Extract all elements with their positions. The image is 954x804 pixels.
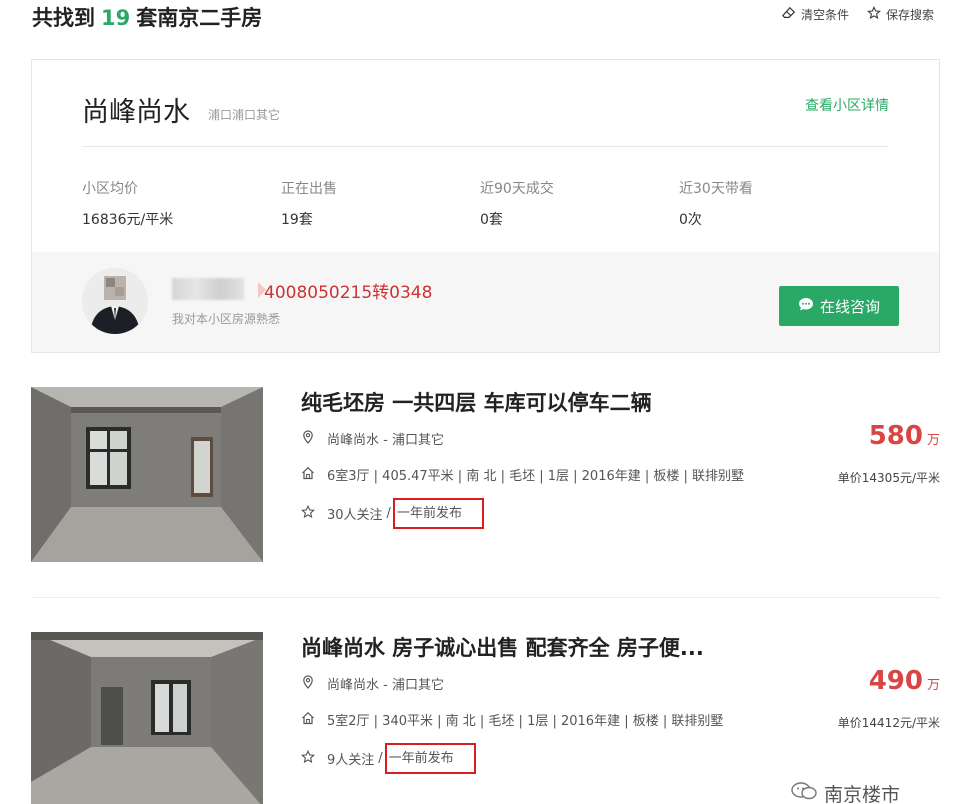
star-icon [867,6,881,23]
listing-title[interactable]: 纯毛坯房 一共四层 车库可以停车二辆 [301,387,652,417]
stat-label: 近90天成交 [480,181,554,197]
listing-follow: 30人关注 / 一年前发布 [301,498,484,529]
stat-value: 16836元/平米 [82,212,174,228]
price-amount: 580 [868,421,923,451]
star-icon [301,749,327,768]
results-title-suffix: 套南京二手房 [136,6,263,30]
listing-info: 5室2厅 | 340平米 | 南 北 | 毛坯 | 1层 | 2016年建 | … [301,710,723,729]
stat-label: 小区均价 [82,181,138,197]
community-stats: 小区均价 16836元/平米 正在出售 19套 近90天成交 0套 近30天带看… [82,178,878,229]
listing-published-highlight: 一年前发布 [384,743,476,774]
listing-price: 490 万 [869,666,940,696]
listing-divider [31,597,940,598]
chat-bubble-icon [798,296,814,316]
listing-info-text: 6室3厅 | 405.47平米 | 南 北 | 毛坯 | 1层 | 2016年建… [327,469,745,484]
listing-price: 580 万 [869,421,940,451]
stat-viewings-30d: 近30天带看 0次 [679,178,878,229]
listing-card: 纯毛坯房 一共四层 车库可以停车二辆 尚峰尚水 - 浦口其它 6室3厅 | 40… [31,387,940,562]
listing-photo[interactable] [31,387,263,562]
stat-value: 19套 [281,212,313,228]
watermark: 南京楼市 [790,780,900,804]
listing-published-highlight: 一年前发布 [392,498,484,529]
listing-followers: 30人关注 [327,508,383,523]
location-pin-icon [301,674,327,693]
wechat-icon [790,781,818,804]
listing-title[interactable]: 尚峰尚水 房子诚心出售 配套齐全 房子便... [301,632,704,662]
community-detail-link[interactable]: 查看小区详情 [805,95,889,115]
listing-location-text[interactable]: 尚峰尚水 - 浦口其它 [327,429,444,448]
stat-value: 0套 [480,212,503,228]
listing-unit-price: 单价14412元/平米 [837,716,940,730]
clear-filters-label: 清空条件 [800,8,849,22]
house-icon [301,466,327,484]
listing-published: 一年前发布 [388,751,454,766]
online-consult-label: 在线咨询 [819,297,880,316]
star-icon [301,504,327,523]
stat-avg-price: 小区均价 16836元/平米 [82,178,281,229]
save-search-label: 保存搜索 [885,8,934,22]
results-header: 共找到 19 套南京二手房 清空条件 保存搜索 [32,2,944,32]
agent-bar: 4008050215转0348 我对本小区房源熟悉 在线咨询 [32,252,939,352]
community-name: 尚峰尚水 [82,97,190,128]
agent-name-redacted [172,278,244,300]
listing-info: 6室3厅 | 405.47平米 | 南 北 | 毛坯 | 1层 | 2016年建… [301,465,744,484]
listing-follow: 9人关注 / 一年前发布 [301,743,476,774]
listing-published: 一年前发布 [396,506,462,521]
agent-description: 我对本小区房源熟悉 [172,312,281,326]
results-count: 19 [101,6,131,30]
save-search-button[interactable]: 保存搜索 [867,6,934,23]
eraser-icon [782,6,796,23]
stat-label: 正在出售 [281,181,337,197]
location-pin-icon [301,429,327,448]
listing-unit-price: 单价14305元/平米 [837,471,940,485]
stat-label: 近30天带看 [679,181,753,197]
listing-info-text: 5室2厅 | 340平米 | 南 北 | 毛坯 | 1层 | 2016年建 | … [327,714,724,729]
listing-location-text[interactable]: 尚峰尚水 - 浦口其它 [327,674,444,693]
price-unit: 万 [926,433,940,448]
clear-filters-button[interactable]: 清空条件 [782,6,849,23]
community-location: 浦口浦口其它 [208,108,281,122]
results-title-prefix: 共找到 [32,6,95,30]
agent-phone: 4008050215转0348 [264,283,433,303]
watermark-text: 南京楼市 [824,784,901,804]
listing-location: 尚峰尚水 - 浦口其它 [301,429,444,448]
stat-on-sale: 正在出售 19套 [281,178,480,229]
header-actions: 清空条件 保存搜索 [782,6,934,23]
price-amount: 490 [868,666,923,696]
house-icon [301,711,327,729]
listing-card: 尚峰尚水 房子诚心出售 配套齐全 房子便... 尚峰尚水 - 浦口其它 5室2厅… [31,632,940,804]
community-panel: 尚峰尚水 浦口浦口其它 查看小区详情 小区均价 16836元/平米 正在出售 1… [31,59,940,353]
divider [82,146,889,147]
online-consult-button[interactable]: 在线咨询 [779,286,899,326]
stat-value: 0次 [679,212,702,228]
results-title: 共找到 19 套南京二手房 [32,2,262,32]
separator: / [378,751,383,766]
listing-followers: 9人关注 [327,753,375,768]
separator: / [386,506,391,521]
listing-photo[interactable] [31,632,263,804]
agent-avatar[interactable] [82,268,148,334]
listing-location: 尚峰尚水 - 浦口其它 [301,674,444,693]
price-unit: 万 [926,678,940,693]
stat-deals-90d: 近90天成交 0套 [480,178,679,229]
